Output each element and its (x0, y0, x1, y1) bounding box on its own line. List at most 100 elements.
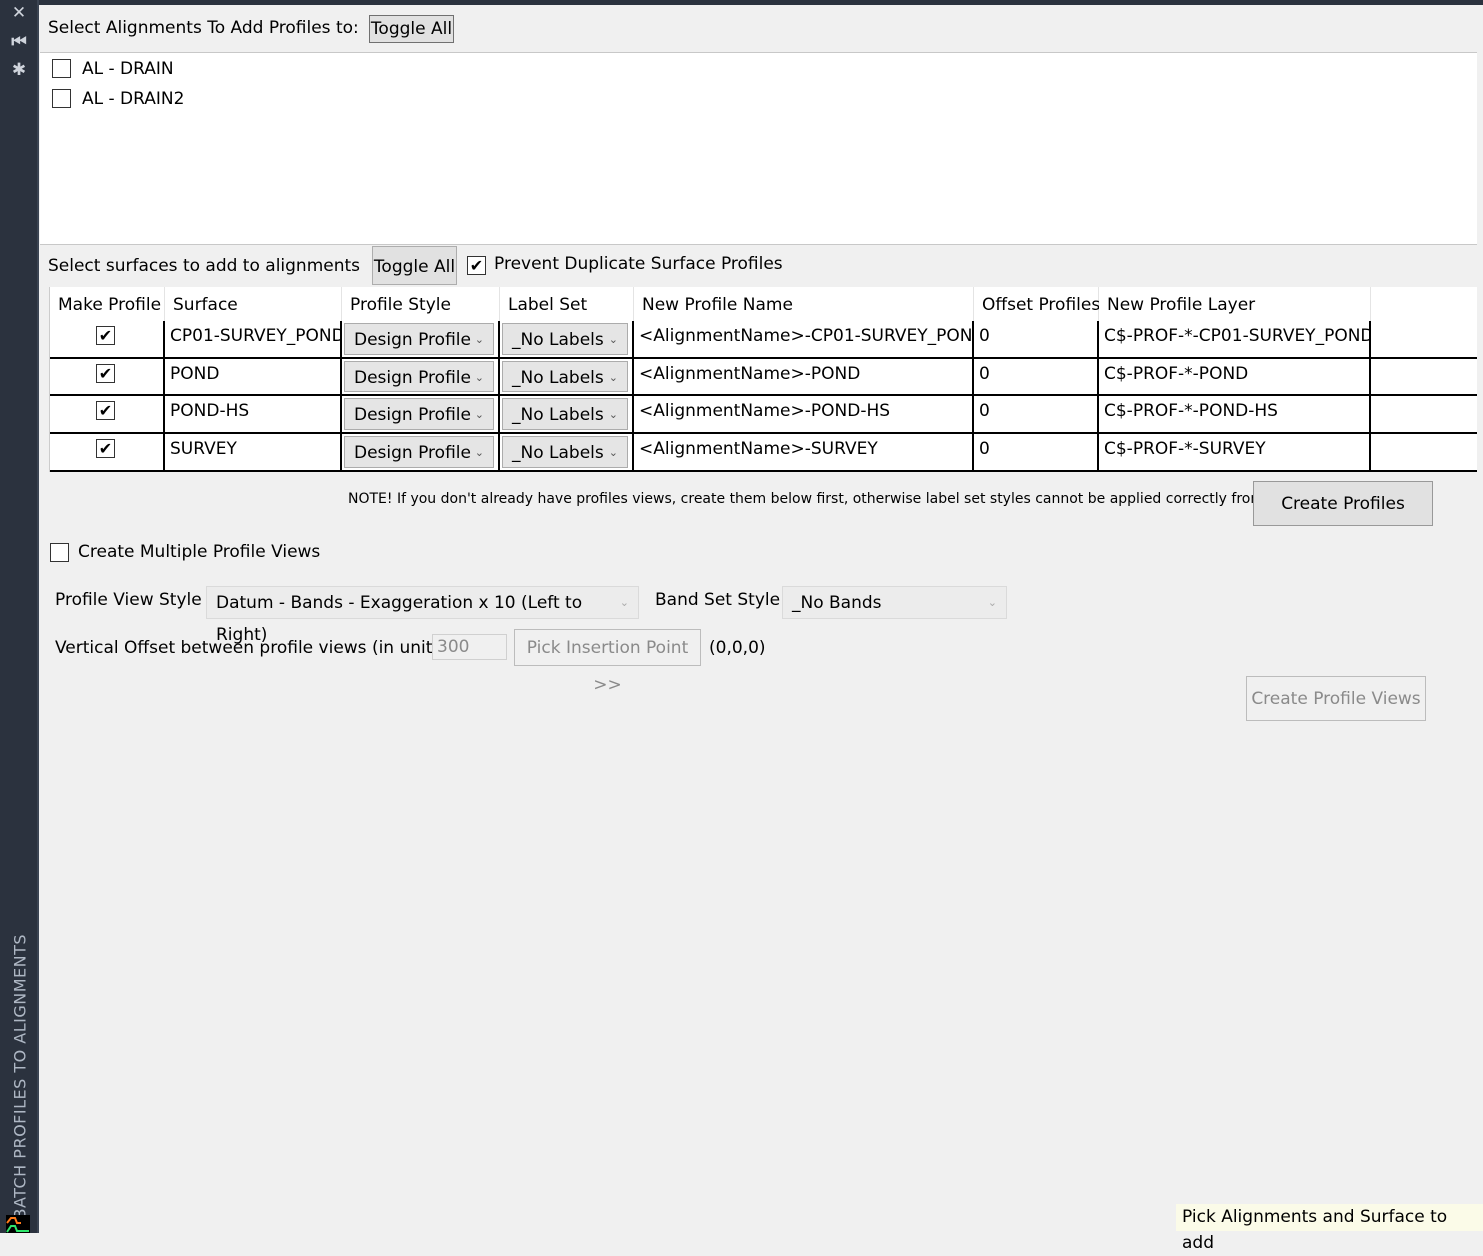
profile-style-select[interactable]: Design Profile ⌄ (344, 436, 494, 468)
column-header[interactable]: Offset Profiles (974, 287, 1100, 321)
surface-cell: CP01-SURVEY_POND (165, 321, 342, 359)
profile-style-value: Design Profile (354, 443, 471, 463)
empty-cell (1371, 359, 1477, 396)
profile-view-style-select[interactable]: Datum - Bands - Exaggeration x 10 (Left … (206, 586, 639, 645)
make-profile-checkbox[interactable]: ✔ (96, 326, 115, 345)
create-multiple-views-label: Create Multiple Profile Views (78, 542, 321, 562)
settings-icon[interactable]: ✱ (8, 60, 30, 80)
toggle-all-surfaces-button[interactable]: Toggle All (372, 246, 457, 285)
toggle-all-alignments-button[interactable]: Toggle All (369, 15, 454, 43)
chevron-down-icon: ⌄ (608, 333, 618, 346)
alignments-list: AL - DRAIN AL - DRAIN2 (40, 52, 1477, 245)
profile-style-value: Design Profile (354, 330, 471, 350)
label-set-select[interactable]: _No Labels ⌄ (502, 361, 628, 392)
label-set-select[interactable]: _No Labels ⌄ (502, 436, 628, 468)
label-set-value: _No Labels (512, 443, 604, 463)
offset-profiles-cell[interactable]: 0 (974, 321, 1099, 359)
surface-cell: POND-HS (165, 396, 342, 434)
label-set-select[interactable]: _No Labels ⌄ (502, 398, 628, 430)
offset-profiles-cell[interactable]: 0 (974, 359, 1099, 396)
column-header[interactable]: New Profile Layer (1099, 287, 1371, 321)
profile-name-cell[interactable]: <AlignmentName>-CP01-SURVEY_POND (634, 321, 974, 359)
band-set-style-select[interactable]: _No Bands ⌄ (782, 586, 1007, 619)
profile-view-style-label: Profile View Style (55, 590, 202, 610)
profile-style-cell[interactable]: Design Profile ⌄ (342, 321, 500, 359)
make-profile-cell[interactable]: ✔ (50, 359, 165, 396)
profile-style-select[interactable]: Design Profile ⌄ (344, 361, 494, 392)
prevent-duplicates-checkbox[interactable]: ✔ (467, 256, 486, 275)
insertion-point-value: (0,0,0) (709, 638, 766, 658)
column-header[interactable]: Label Set (500, 287, 634, 321)
chevron-down-icon: ⌄ (987, 596, 997, 609)
profile-name-cell[interactable]: <AlignmentName>-POND-HS (634, 396, 974, 434)
profile-style-cell[interactable]: Design Profile ⌄ (342, 359, 500, 396)
pick-insertion-point-button[interactable]: Pick Insertion Point >> (514, 629, 701, 695)
profile-style-cell[interactable]: Design Profile ⌄ (342, 434, 500, 472)
profile-style-value: Design Profile (354, 405, 471, 425)
label-set-value: _No Labels (512, 368, 604, 388)
surfaces-label: Select surfaces to add to alignments (48, 256, 361, 276)
status-text: Pick Alignments and Surface to add (1176, 1204, 1483, 1253)
column-header[interactable]: New Profile Name (634, 287, 974, 321)
vertical-offset-input[interactable]: 300 (432, 634, 507, 660)
label-set-select[interactable]: _No Labels ⌄ (502, 323, 628, 355)
create-multiple-views-checkbox[interactable] (50, 543, 69, 562)
make-profile-checkbox[interactable]: ✔ (96, 401, 115, 420)
make-profile-cell[interactable]: ✔ (50, 434, 165, 472)
profile-style-select[interactable]: Design Profile ⌄ (344, 398, 494, 430)
profile-name-cell[interactable]: <AlignmentName>-SURVEY (634, 434, 974, 472)
profile-style-cell[interactable]: Design Profile ⌄ (342, 396, 500, 434)
profile-layer-cell[interactable]: C$-PROF-*-POND-HS (1099, 396, 1371, 434)
close-icon[interactable]: ✕ (8, 3, 30, 23)
row-header-strip (40, 287, 50, 472)
offset-profiles-cell[interactable]: 0 (974, 434, 1099, 472)
column-header[interactable]: Profile Style (342, 287, 500, 321)
surface-cell: POND (165, 359, 342, 396)
offset-profiles-cell[interactable]: 0 (974, 396, 1099, 434)
profile-layer-cell[interactable]: C$-PROF-*-SURVEY (1099, 434, 1371, 472)
chevron-down-icon: ⌄ (608, 446, 618, 459)
alignment-checkbox[interactable] (52, 59, 71, 78)
alignment-name: AL - DRAIN (82, 59, 174, 79)
alignment-checkbox[interactable] (52, 89, 71, 108)
create-profiles-button[interactable]: Create Profiles (1253, 481, 1433, 526)
profile-layer-cell[interactable]: C$-PROF-*-CP01-SURVEY_POND (1099, 321, 1371, 359)
empty-cell (1371, 321, 1477, 359)
vertical-offset-label: Vertical Offset between profile views (i… (55, 638, 448, 658)
label-set-cell[interactable]: _No Labels ⌄ (500, 434, 634, 472)
band-set-style-value: _No Bands (792, 593, 882, 613)
chevron-down-icon: ⌄ (608, 371, 618, 384)
empty-cell (1371, 434, 1477, 472)
make-profile-checkbox[interactable]: ✔ (96, 439, 115, 458)
label-set-value: _No Labels (512, 330, 604, 350)
note-text: NOTE! If you don't already have profiles… (348, 491, 1312, 507)
make-profile-cell[interactable]: ✔ (50, 321, 165, 359)
chevron-down-icon: ⌄ (474, 408, 484, 421)
label-set-cell[interactable]: _No Labels ⌄ (500, 321, 634, 359)
alignments-label: Select Alignments To Add Profiles to: (48, 18, 359, 38)
create-profile-views-button[interactable]: Create Profile Views (1246, 676, 1426, 721)
palette-title: BATCH PROFILES TO ALIGNMENTS (10, 933, 30, 1220)
chevron-down-icon: ⌄ (608, 408, 618, 421)
make-profile-cell[interactable]: ✔ (50, 396, 165, 434)
dock-icon[interactable]: ⏮ (8, 32, 30, 52)
surfaces-grid: Make Profile Surface Profile Style Label… (40, 287, 1477, 472)
chevron-down-icon: ⌄ (619, 596, 629, 609)
palette-sidebar: ✕ ⏮ ✱ BATCH PROFILES TO ALIGNMENTS (0, 0, 39, 1233)
app-logo-icon (6, 1215, 30, 1233)
profile-style-value: Design Profile (354, 368, 471, 388)
label-set-cell[interactable]: _No Labels ⌄ (500, 359, 634, 396)
prevent-duplicates-label: Prevent Duplicate Surface Profiles (494, 254, 783, 274)
profile-style-select[interactable]: Design Profile ⌄ (344, 323, 494, 355)
column-header[interactable]: Surface (165, 287, 342, 321)
column-header[interactable]: Make Profile (50, 287, 165, 321)
chevron-down-icon: ⌄ (474, 371, 484, 384)
empty-cell (1371, 396, 1477, 434)
profile-name-cell[interactable]: <AlignmentName>-POND (634, 359, 974, 396)
chevron-down-icon: ⌄ (474, 446, 484, 459)
chevron-down-icon: ⌄ (474, 333, 484, 346)
top-bar (39, 0, 1483, 5)
label-set-cell[interactable]: _No Labels ⌄ (500, 396, 634, 434)
make-profile-checkbox[interactable]: ✔ (96, 364, 115, 383)
profile-layer-cell[interactable]: C$-PROF-*-POND (1099, 359, 1371, 396)
